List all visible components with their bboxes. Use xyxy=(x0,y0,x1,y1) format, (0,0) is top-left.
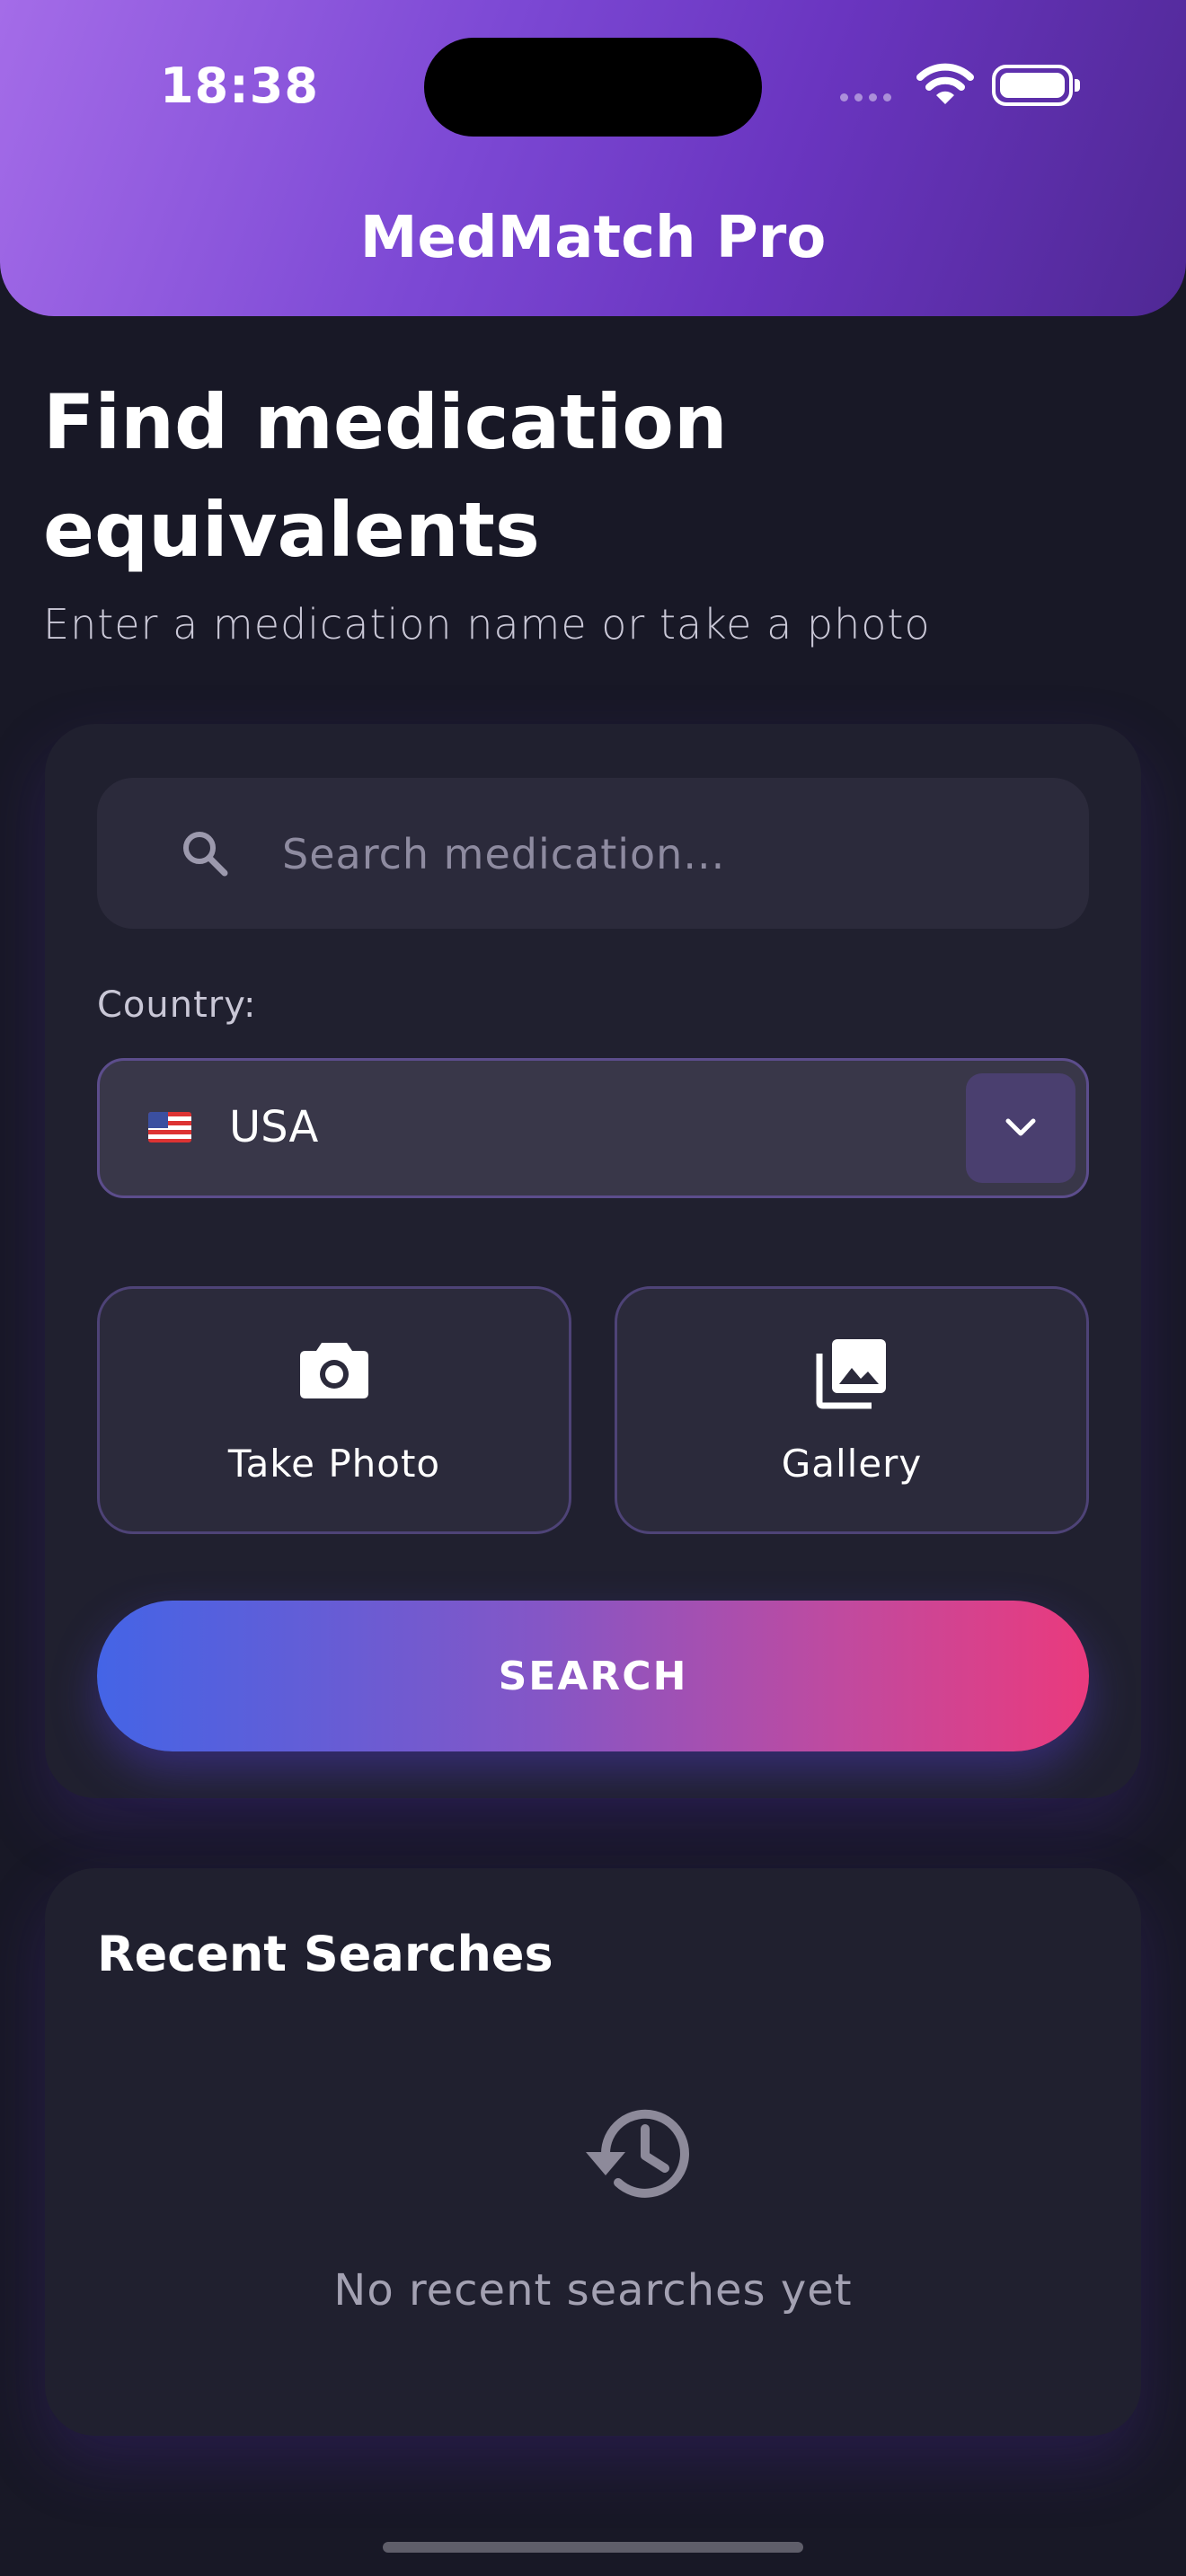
us-flag-icon xyxy=(148,1112,191,1142)
empty-state-text: No recent searches yet xyxy=(333,2265,853,2316)
country-dropdown[interactable]: USA xyxy=(97,1058,1089,1198)
search-card: Country: USA Take Photo Gallery SEARCH xyxy=(45,724,1141,1798)
chevron-down-icon xyxy=(1005,1118,1036,1136)
search-icon xyxy=(183,832,228,877)
search-box[interactable] xyxy=(97,778,1089,929)
cellular-signal-icon xyxy=(840,93,891,101)
dropdown-toggle-button[interactable] xyxy=(966,1073,1075,1183)
take-photo-button[interactable]: Take Photo xyxy=(97,1286,571,1534)
recent-searches-title: Recent Searches xyxy=(97,1926,553,1982)
gallery-icon xyxy=(816,1339,886,1409)
camera-icon xyxy=(300,1343,368,1398)
country-label: Country: xyxy=(97,984,257,1026)
gallery-label: Gallery xyxy=(781,1442,923,1486)
history-icon xyxy=(586,2109,689,2198)
app-title: MedMatch Pro xyxy=(359,205,827,271)
page-title: Find medication equivalents xyxy=(43,378,728,574)
app-header: 18:38 MedMatch Pro xyxy=(0,0,1186,316)
gallery-button[interactable]: Gallery xyxy=(615,1286,1089,1534)
status-time: 18:38 xyxy=(160,57,319,114)
home-indicator[interactable] xyxy=(383,2542,803,2553)
dynamic-island xyxy=(424,38,762,137)
take-photo-label: Take Photo xyxy=(227,1442,441,1486)
wifi-icon xyxy=(916,63,974,104)
recent-searches-card: Recent Searches No recent searches yet xyxy=(45,1868,1141,2436)
search-button[interactable]: SEARCH xyxy=(97,1601,1089,1751)
country-selected-value: USA xyxy=(229,1102,319,1152)
search-input[interactable] xyxy=(280,814,1057,895)
page-subtitle: Enter a medication name or take a photo xyxy=(43,600,931,648)
battery-icon xyxy=(992,65,1080,106)
